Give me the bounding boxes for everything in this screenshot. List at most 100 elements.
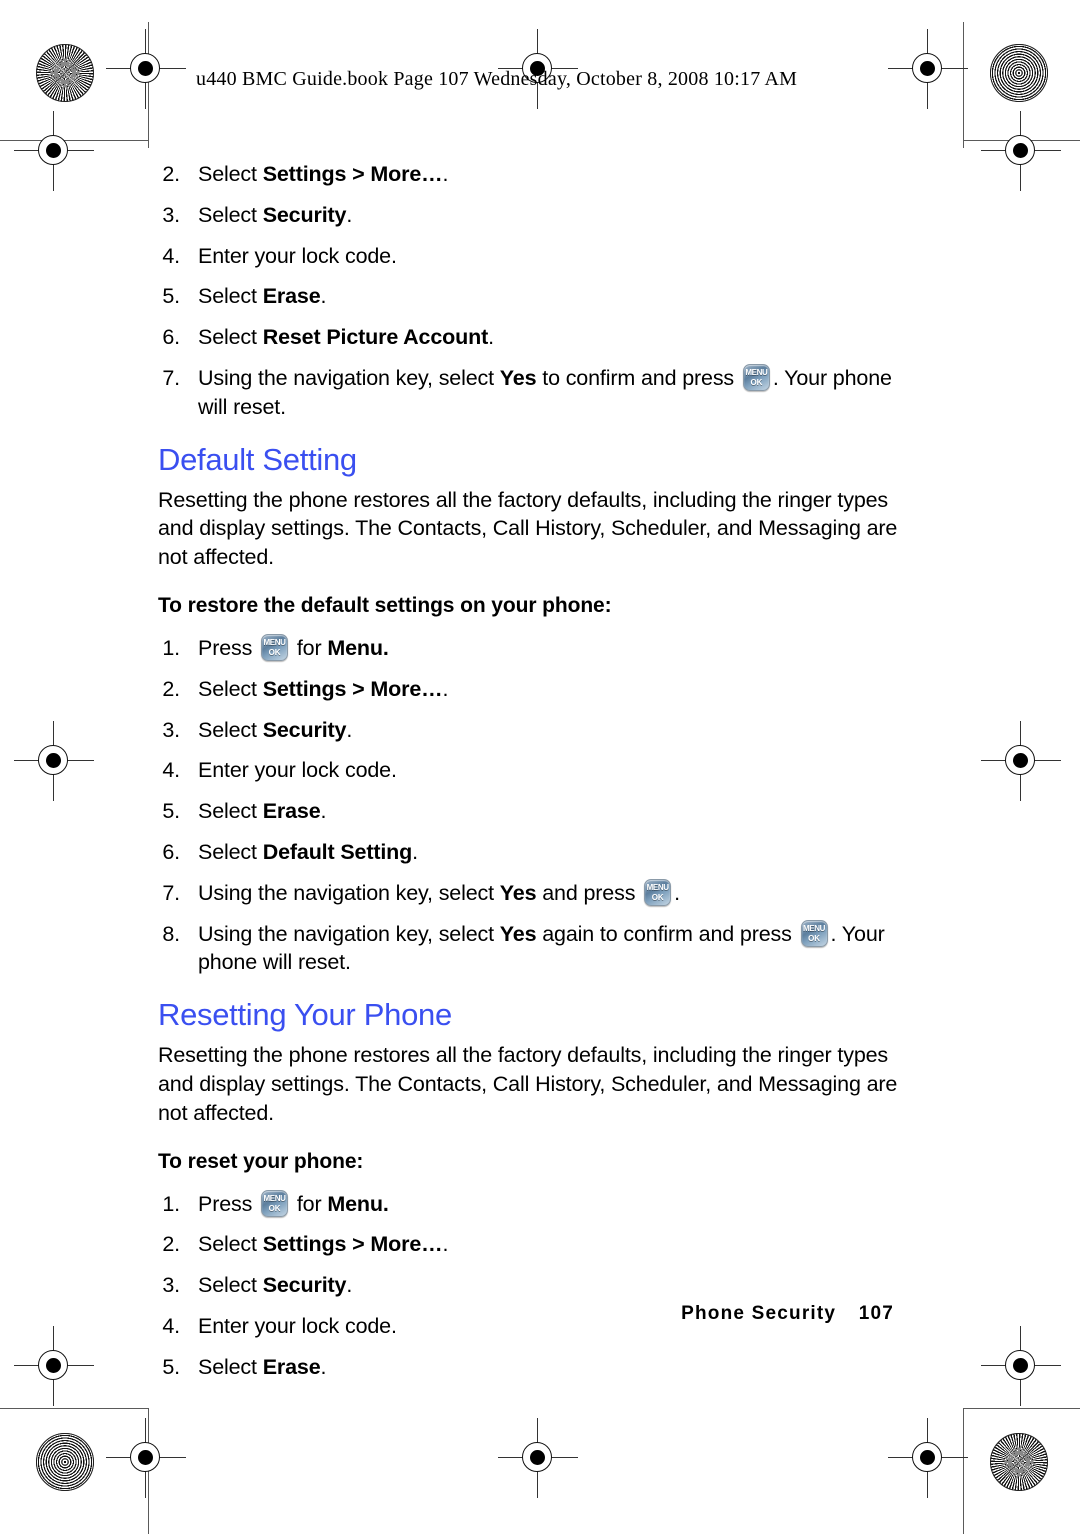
procedure-leadin-reset-phone: To reset your phone: <box>158 1149 364 1173</box>
list-item: 2. Select Settings > More…. <box>158 675 900 704</box>
step-text-emphasis: Erase <box>262 1354 321 1379</box>
list-item: 2. Select Settings > More…. <box>158 160 900 189</box>
menu-ok-key-icon: MENU OK <box>742 363 770 391</box>
list-item-text: Using the navigation key, select Yes to … <box>198 363 900 422</box>
step-text-plain: Using the navigation key, select <box>198 880 500 905</box>
step-text-plain: . <box>346 1273 353 1298</box>
list-item: 1. Press MENU OK for Menu. <box>158 1189 900 1219</box>
trim-line-bottom-left <box>0 1408 148 1409</box>
steps-list-reset-phone: 1. Press MENU OK for Menu. 2. Select Setting… <box>158 1189 900 1382</box>
registration-mark-bottom-right-high <box>981 1326 1061 1406</box>
trim-line-left-vertical <box>148 22 149 148</box>
menu-ok-key-icon: MENU OK <box>261 1189 289 1217</box>
list-item-number: 2. <box>162 162 180 186</box>
section-heading-resetting-your-phone: Resetting Your Phone <box>158 997 452 1033</box>
list-item: 3. Select Security. <box>158 1271 900 1300</box>
registration-mark-right-middle <box>981 721 1061 801</box>
steps-list-picture-account: 2. Select Settings > More…. 3. Select Secur… <box>158 160 900 422</box>
steps-list-default-setting: 1. Press MENU OK for Menu. 2. Select Setting… <box>158 633 900 978</box>
list-item-text: Press MENU OK for Menu. <box>198 633 900 663</box>
list-item-number: 8. <box>162 921 180 946</box>
registration-mark-top-right <box>888 29 968 109</box>
list-item-text: Select Erase. <box>198 1353 900 1382</box>
step-text-emphasis: Security <box>262 717 347 742</box>
menu-ok-key-icon: MENU OK <box>800 919 828 947</box>
list-item-number: 1. <box>162 1191 180 1216</box>
step-text-plain: Select <box>198 839 263 864</box>
list-item-number: 2. <box>162 1232 180 1257</box>
step-text-emphasis: Settings > More… <box>262 1232 443 1257</box>
step-text-plain: to confirm and press <box>536 365 740 390</box>
list-item-text: Select Security. <box>198 716 900 745</box>
step-text-plain: Select <box>198 1354 263 1379</box>
list-item-number: 7. <box>162 880 180 905</box>
list-item-number: 3. <box>162 1273 180 1298</box>
step-text-emphasis: Yes <box>499 921 537 946</box>
list-item: 7. Using the navigation key, select Yes t… <box>158 363 900 422</box>
registration-mark-bottom-left <box>106 1418 186 1498</box>
step-text-plain: Select <box>198 284 263 309</box>
list-item: 6. Select Reset Picture Account. <box>158 323 900 352</box>
keycap-label-menu: MENU <box>263 638 286 648</box>
keycap-label-ok: OK <box>651 892 664 902</box>
page-content: 2. Select Settings > More…. 3. Select Secur… <box>158 160 900 1394</box>
registration-mark-top-left <box>106 29 186 109</box>
list-item-number: 6. <box>162 839 180 864</box>
keycap-label-menu: MENU <box>803 924 826 934</box>
step-text-plain: . <box>674 880 680 905</box>
step-text-plain: Select <box>198 1273 263 1298</box>
trim-line-top-right <box>963 140 1080 141</box>
footer-page-number: 107 <box>858 1303 894 1324</box>
list-item-text: Select Security. <box>198 1271 900 1300</box>
section-paragraph-default-setting: Resetting the phone restores all the fac… <box>158 487 898 570</box>
step-text-emphasis: Security <box>262 202 347 227</box>
list-item: 2. Select Settings > More…. <box>158 1230 900 1259</box>
trim-line-top-left <box>0 140 148 141</box>
list-item-text: Enter your lock code. <box>198 242 900 271</box>
step-text-plain: . <box>346 717 353 742</box>
book-file-header: u440 BMC Guide.book Page 107 Wednesday, … <box>196 68 798 90</box>
keycap-label-menu: MENU <box>646 883 669 893</box>
step-text-plain: Select <box>198 717 263 742</box>
list-item: 7. Using the navigation key, select Yes a… <box>158 878 900 908</box>
section-heading-default-setting: Default Setting <box>158 441 357 477</box>
step-text-plain: Select <box>198 202 263 227</box>
list-item: 3. Select Security. <box>158 716 900 745</box>
list-item: 4. Enter your lock code. <box>158 756 900 785</box>
keycap-label-ok: OK <box>750 377 763 387</box>
registration-mark-left-middle <box>14 721 94 801</box>
step-text-plain: . <box>442 1232 449 1257</box>
list-item-number: 3. <box>162 202 180 227</box>
step-text-emphasis: Default Setting <box>262 839 413 864</box>
keycap-label-menu: MENU <box>745 368 768 378</box>
list-item-text: Select Security. <box>198 201 900 230</box>
list-item-text: Using the navigation key, select Yes aga… <box>198 919 900 978</box>
registration-mark-top-left-low <box>14 111 94 191</box>
list-item: 1. Press MENU OK for Menu. <box>158 633 900 663</box>
step-text-plain: . <box>442 162 449 186</box>
list-item: 6. Select Default Setting. <box>158 838 900 867</box>
list-item-text: Select Settings > More…. <box>198 675 900 704</box>
step-text-plain: . <box>320 1354 327 1379</box>
page-footer: Phone Security 107 <box>681 1303 894 1325</box>
keycap-label-ok: OK <box>808 933 820 943</box>
step-text-plain: . <box>442 676 449 701</box>
list-item-number: 5. <box>162 284 180 309</box>
list-item-text: Select Erase. <box>198 797 900 826</box>
trim-line-right-bottom-v <box>963 1408 964 1534</box>
list-item-text: Press MENU OK for Menu. <box>198 1189 900 1219</box>
list-item-number: 1. <box>162 635 180 660</box>
step-text-emphasis: Yes <box>499 365 537 390</box>
list-item-text: Select Settings > More…. <box>198 160 900 189</box>
registration-mark-bottom-right <box>888 1418 968 1498</box>
step-text-plain: Enter your lock code. <box>198 758 397 783</box>
list-item: 8. Using the navigation key, select Yes a… <box>158 919 900 978</box>
footer-chapter-title: Phone Security <box>681 1303 837 1324</box>
ring-mark-bottom-left <box>36 1433 94 1491</box>
registration-mark-bottom-left-high <box>14 1326 94 1406</box>
list-item-number: 2. <box>162 676 180 701</box>
step-text-emphasis: Menu. <box>327 635 389 660</box>
step-text-emphasis: Settings > More… <box>262 162 443 186</box>
step-text-plain: for <box>291 1191 328 1216</box>
list-item-number: 4. <box>162 1313 180 1338</box>
